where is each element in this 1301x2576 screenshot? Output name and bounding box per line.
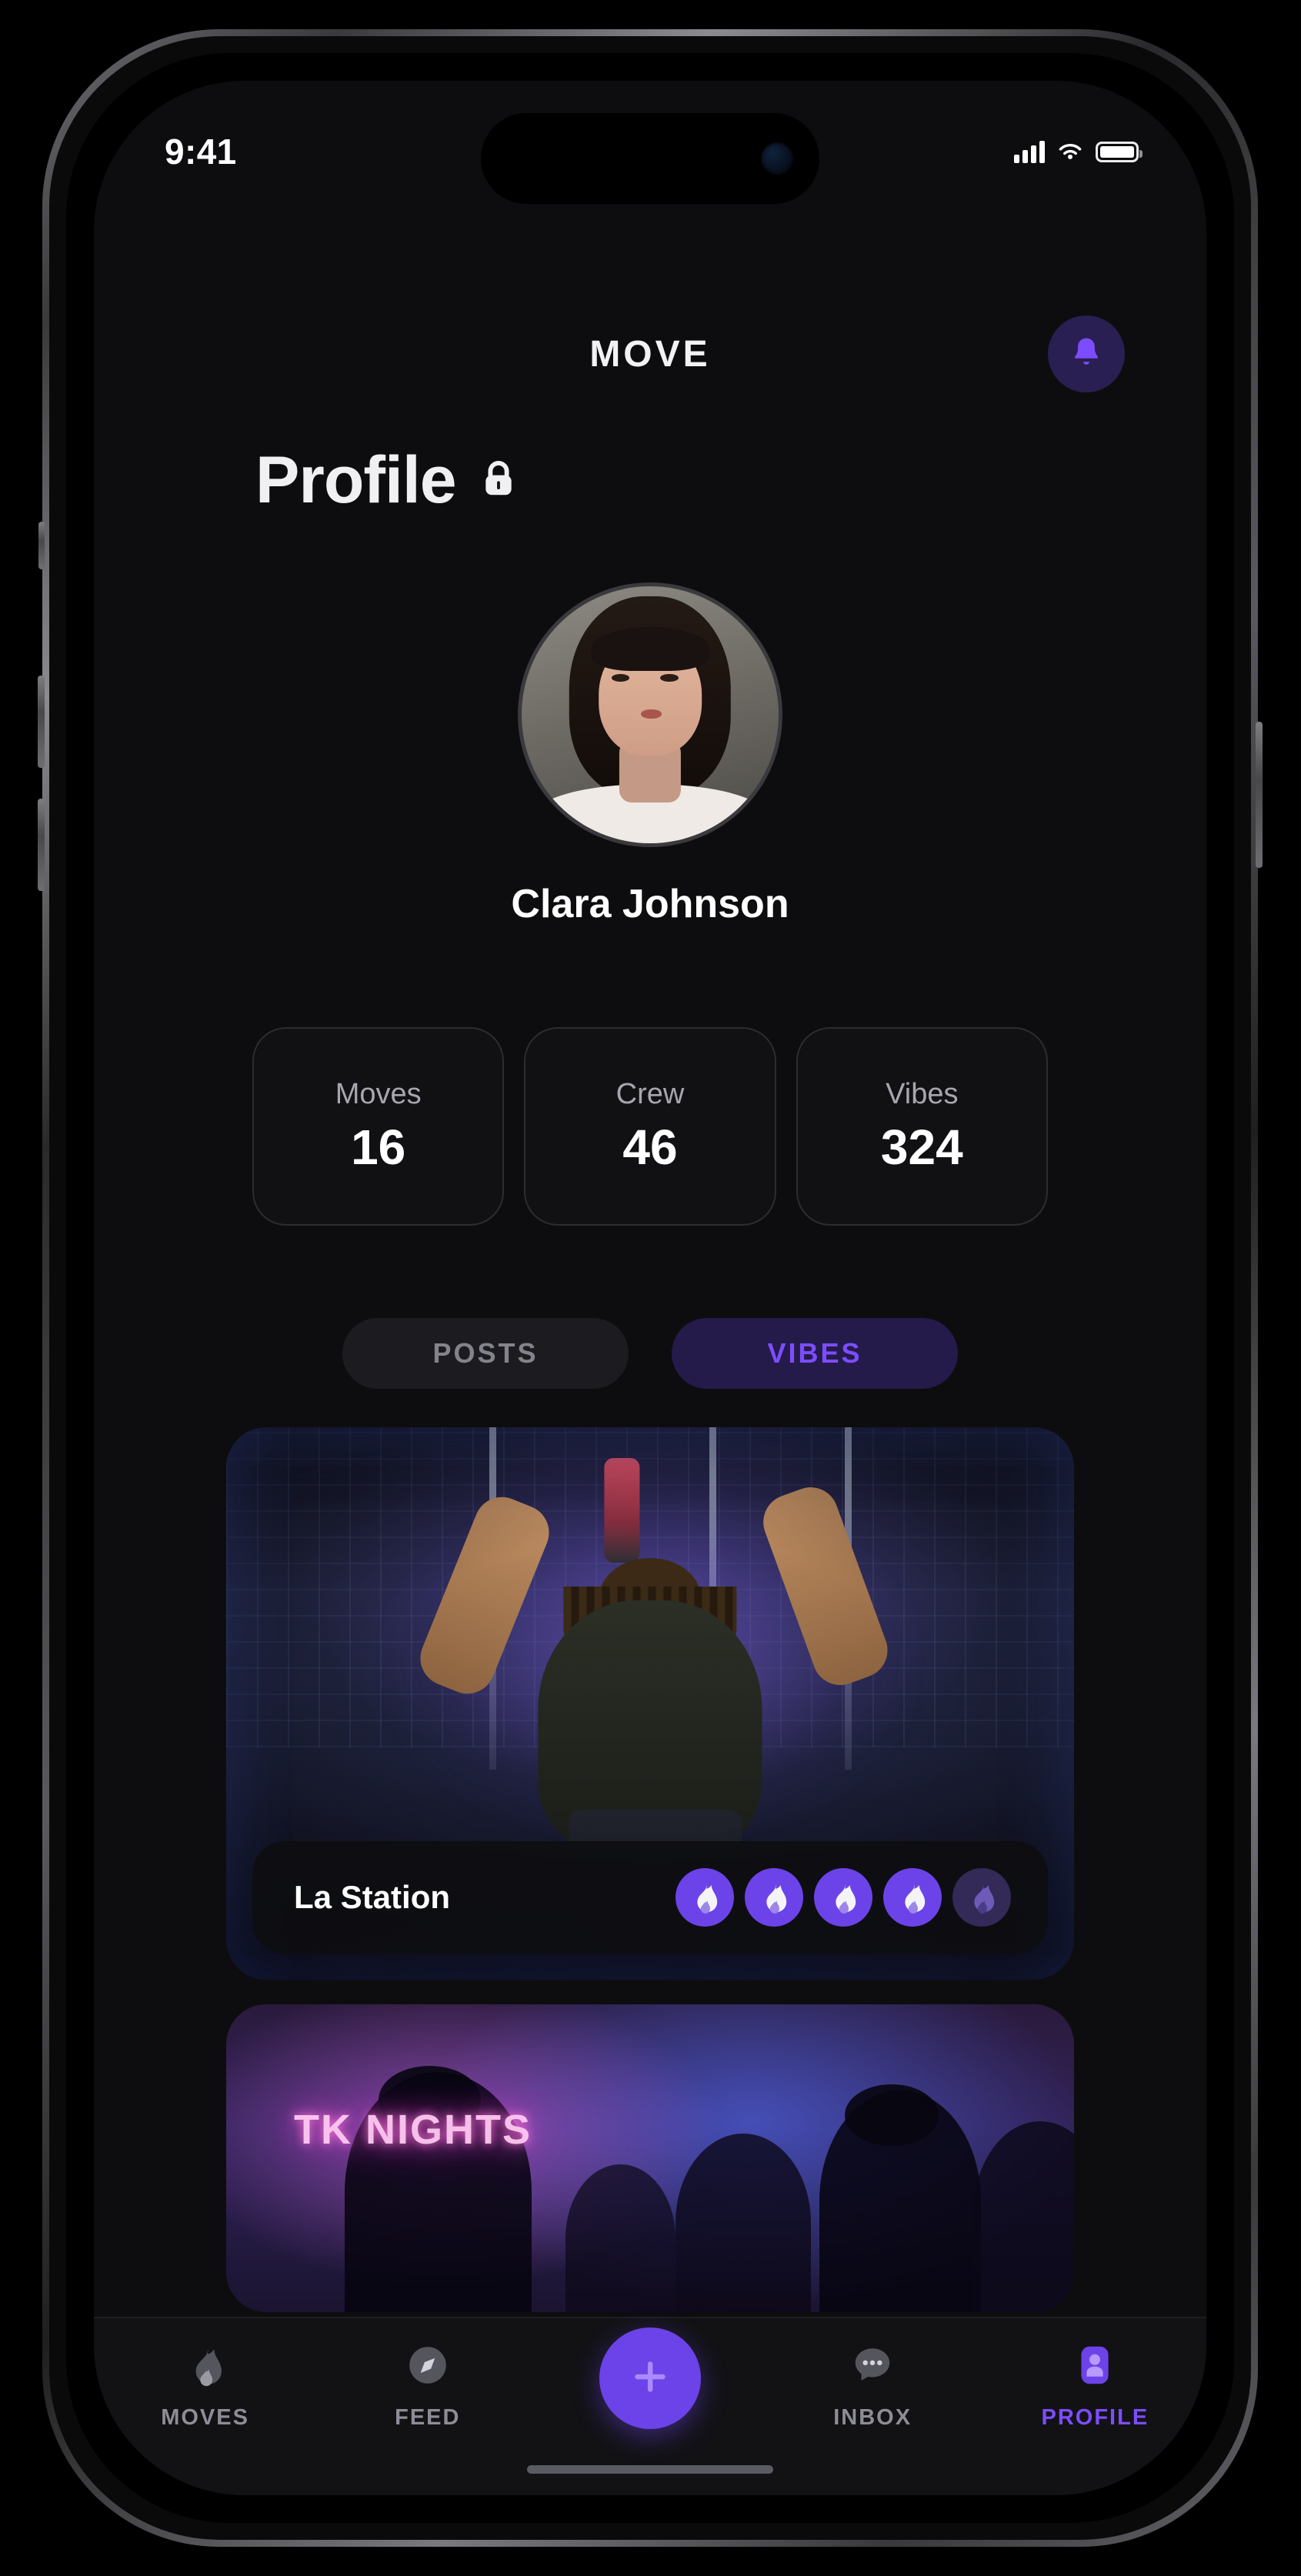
app-header: MOVE — [94, 304, 1206, 404]
home-indicator[interactable] — [527, 2465, 773, 2474]
nav-item-create[interactable] — [569, 2327, 731, 2429]
feed-card-image: TK NIGHTS — [226, 2004, 1074, 2312]
stat-card-vibes[interactable]: Vibes 324 — [796, 1027, 1048, 1226]
battery-full-icon — [1096, 141, 1143, 162]
nav-item-feed[interactable]: FEED — [347, 2341, 509, 2431]
stat-label: Crew — [615, 1077, 685, 1110]
phone-screen: 9:41 MOVE Profile Clara Johnson Moves 16… — [94, 81, 1206, 2495]
profile-name: Clara Johnson — [511, 882, 789, 926]
flame-icon[interactable] — [883, 1868, 942, 1927]
reaction-flames — [676, 1868, 1011, 1927]
volume-down-button[interactable] — [38, 799, 45, 891]
nav-item-profile[interactable]: PROFILE — [1014, 2341, 1176, 2431]
crowd-silhouette — [565, 2164, 676, 2312]
stat-value: 324 — [880, 1119, 963, 1175]
nav-item-moves[interactable]: MOVES — [125, 2341, 286, 2431]
create-button[interactable] — [599, 2327, 701, 2429]
flame-icon[interactable] — [745, 1868, 803, 1927]
compass-icon — [404, 2341, 452, 2393]
phone-device: 9:41 MOVE Profile Clara Johnson Moves 16… — [38, 29, 1263, 2547]
cellular-signal-icon — [1014, 140, 1045, 163]
notifications-button[interactable] — [1048, 315, 1125, 392]
person-icon — [1071, 2341, 1119, 2393]
nav-label: INBOX — [833, 2405, 912, 2430]
feed-card-overlay: La Station — [252, 1841, 1048, 1954]
stat-value: 16 — [351, 1119, 406, 1175]
page-title: Profile — [255, 443, 457, 517]
neon-sign-text: TK NIGHTS — [294, 2107, 532, 2153]
feed-list[interactable]: La Station TK NIGHTS — [226, 1427, 1074, 2324]
feed-card-la-station[interactable]: La Station — [226, 1427, 1074, 1980]
stat-card-moves[interactable]: Moves 16 — [252, 1027, 505, 1226]
chat-bubble-icon — [849, 2341, 896, 2393]
avatar-lips — [641, 709, 662, 719]
stat-card-crew[interactable]: Crew 46 — [524, 1027, 776, 1226]
feed-card-tk-nights[interactable]: TK NIGHTS — [226, 2004, 1074, 2312]
status-bar-indicators — [1014, 140, 1143, 163]
profile-tabs: POSTS VIBES — [94, 1318, 1206, 1389]
flame-icon[interactable] — [952, 1868, 1011, 1927]
avatar-eye-left — [611, 673, 630, 682]
phone-bezel: 9:41 MOVE Profile Clara Johnson Moves 16… — [66, 53, 1234, 2523]
plus-icon — [626, 2353, 674, 2404]
flame-icon[interactable] — [814, 1868, 872, 1927]
crowd-silhouette — [972, 2121, 1074, 2312]
avatar-eye-right — [660, 673, 679, 682]
silent-switch[interactable] — [38, 522, 45, 569]
stat-label: Moves — [335, 1077, 422, 1110]
tab-posts[interactable]: POSTS — [342, 1318, 629, 1389]
front-camera-icon — [761, 142, 793, 175]
status-bar-time: 9:41 — [165, 132, 237, 172]
bell-icon — [1067, 333, 1106, 375]
wifi-icon — [1056, 141, 1084, 162]
page-header: Profile — [255, 442, 521, 519]
phone-frame: 9:41 MOVE Profile Clara Johnson Moves 16… — [42, 29, 1258, 2547]
tab-vibes[interactable]: VIBES — [672, 1318, 958, 1389]
profile-stats: Moves 16 Crew 46 Vibes 324 — [252, 1027, 1048, 1226]
phone-inner-frame: 9:41 MOVE Profile Clara Johnson Moves 16… — [49, 36, 1251, 2540]
feed-card-title: La Station — [294, 1879, 451, 1915]
nav-label: PROFILE — [1041, 2405, 1149, 2430]
app-title: MOVE — [589, 333, 711, 375]
avatar-image — [522, 586, 779, 843]
flame-icon[interactable] — [676, 1868, 734, 1927]
lock-closed-icon — [476, 456, 521, 505]
avatar[interactable] — [518, 582, 782, 847]
avatar-fringe — [591, 627, 709, 672]
dynamic-island — [481, 113, 819, 204]
volume-up-button[interactable] — [38, 676, 45, 768]
crowd-silhouette — [676, 2134, 812, 2312]
nav-item-inbox[interactable]: INBOX — [792, 2341, 953, 2431]
nav-label: FEED — [395, 2405, 461, 2430]
stat-value: 46 — [622, 1119, 678, 1175]
stat-label: Vibes — [886, 1077, 959, 1110]
crowd-head — [845, 2084, 939, 2146]
power-button[interactable] — [1256, 722, 1263, 868]
flame-icon — [182, 2341, 229, 2393]
nav-label: MOVES — [161, 2405, 249, 2430]
